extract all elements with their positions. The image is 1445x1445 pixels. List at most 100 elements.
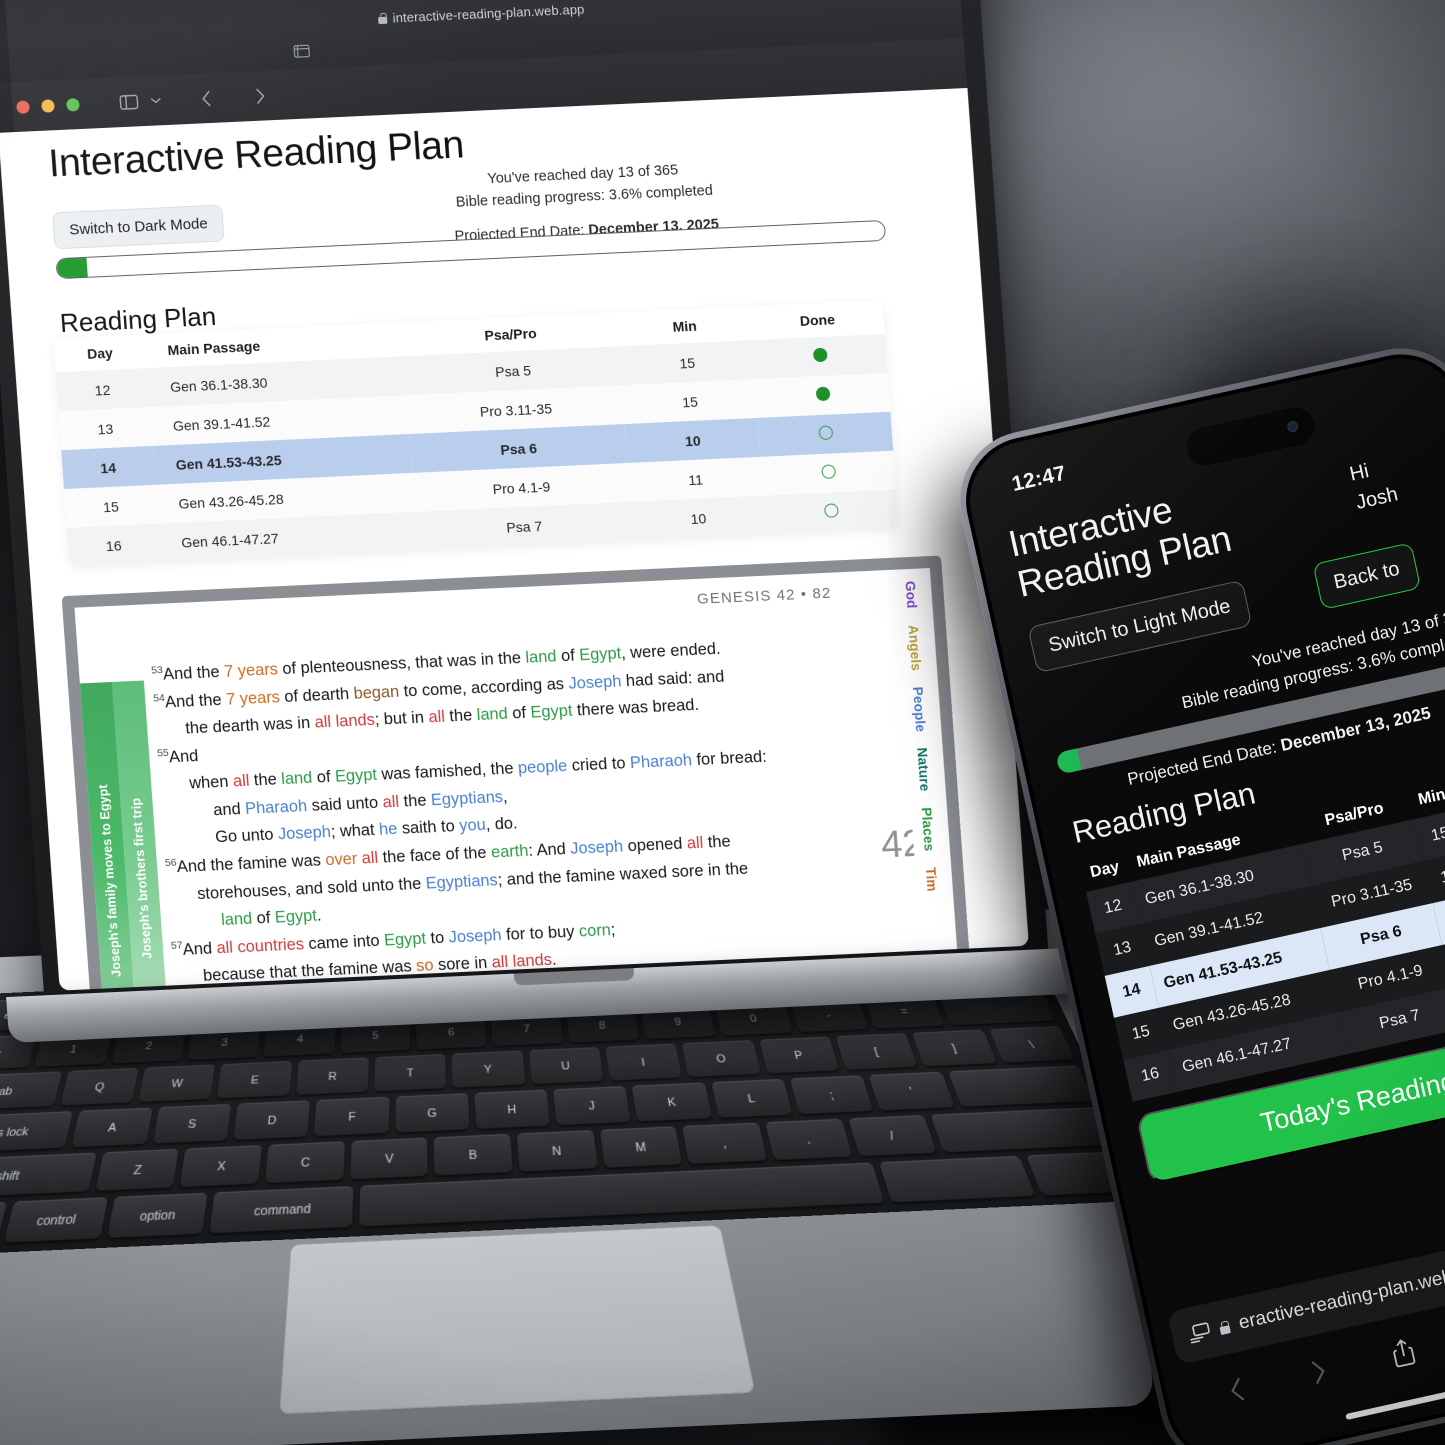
key: C <box>265 1141 345 1184</box>
highlighted-word[interactable]: 7 years <box>225 688 280 708</box>
key: . <box>765 1118 853 1161</box>
highlighted-word[interactable]: so <box>416 957 435 976</box>
back-icon[interactable] <box>201 89 213 106</box>
highlighted-word[interactable]: corn <box>578 921 611 940</box>
phone-tab-overview-icon[interactable] <box>1186 1322 1211 1344</box>
key: , <box>682 1122 768 1164</box>
cell-done[interactable] <box>752 334 888 379</box>
maximize-button[interactable] <box>65 97 80 112</box>
highlighted-word[interactable]: Egyptians <box>430 788 503 809</box>
highlighted-word[interactable]: 7 years <box>224 660 279 680</box>
cell-done[interactable] <box>761 451 897 496</box>
highlighted-word[interactable]: all <box>428 708 446 727</box>
key: K <box>632 1082 712 1122</box>
legend-item-god[interactable]: God <box>902 581 919 609</box>
legend-item-tim[interactable]: Tim <box>923 867 940 892</box>
scene: esc ~12 345 678 90- = tabQW ERT YUI OP[ … <box>0 0 1445 1445</box>
cell-done[interactable] <box>755 373 891 418</box>
phone-back-to-fresh-look-button[interactable]: Back to <box>1312 542 1421 610</box>
reader-view-icon[interactable] <box>293 44 311 58</box>
phone-back-icon[interactable] <box>1226 1375 1248 1409</box>
address-bar-url: interactive-reading-plan.web.app <box>392 1 585 25</box>
passage-reference: GENESIS 42 • 82 <box>696 584 832 608</box>
highlighted-word[interactable]: land <box>476 705 508 724</box>
highlighted-word[interactable]: Joseph <box>570 838 624 858</box>
phone-share-icon[interactable] <box>1388 1335 1419 1374</box>
key: B <box>434 1133 513 1176</box>
highlighted-word[interactable]: Pharaoh <box>245 797 308 818</box>
key: J <box>553 1086 631 1126</box>
highlighted-word[interactable]: all <box>216 938 234 957</box>
cell-day: 13 <box>96 420 114 437</box>
highlighted-word[interactable]: all <box>314 713 332 732</box>
key-shift-right <box>930 1107 1116 1153</box>
webpage: Hi Joshua Logout Back to Fresh Look Inte… <box>0 87 1030 991</box>
bible-passage-text: 53And the 7 years of plenteousness, that… <box>151 628 926 991</box>
highlighted-word[interactable]: land <box>221 910 253 929</box>
highlighted-word[interactable]: Egypt <box>383 929 426 949</box>
key: V <box>349 1137 428 1180</box>
done-filled-icon[interactable] <box>812 347 828 363</box>
highlighted-word[interactable]: all <box>361 849 379 868</box>
highlighted-word[interactable]: Egypt <box>274 907 317 927</box>
reload-icon[interactable]: ↻ <box>644 0 660 5</box>
highlighted-word[interactable]: Joseph <box>448 926 502 946</box>
key: G <box>395 1093 470 1133</box>
status-clock: 12:47 <box>1009 461 1069 496</box>
highlighted-word[interactable]: Egypt <box>334 766 377 786</box>
highlighted-word[interactable]: you <box>459 816 487 835</box>
cell-minutes: 15 <box>681 393 699 410</box>
highlighted-word[interactable]: all <box>232 772 250 791</box>
highlighted-word[interactable]: countries <box>237 935 305 956</box>
highlighted-word[interactable]: all <box>491 953 509 972</box>
highlighted-word[interactable]: all <box>686 834 704 853</box>
highlighted-word[interactable]: Egypt <box>530 702 573 722</box>
highlighted-word[interactable]: land <box>281 769 313 788</box>
legend-item-people[interactable]: People <box>910 686 928 732</box>
phone-progress-bar-fill <box>1055 748 1082 775</box>
close-button[interactable] <box>16 99 30 114</box>
address-bar[interactable]: interactive-reading-plan.web.app <box>270 0 692 38</box>
event-tab-1-label: Joseph's family moves to Egypt <box>96 783 124 977</box>
highlighted-word[interactable]: land <box>525 647 557 666</box>
highlighted-word[interactable]: Joseph <box>277 823 331 843</box>
highlighted-word[interactable]: earth <box>490 842 529 862</box>
highlighted-word[interactable]: he <box>379 820 399 839</box>
done-empty-icon[interactable] <box>817 425 833 441</box>
minimize-button[interactable] <box>40 98 55 113</box>
highlighted-word[interactable]: Egyptians <box>425 871 498 892</box>
theme-toggle-button[interactable]: Switch to Dark Mode <box>52 204 226 250</box>
done-empty-icon[interactable] <box>820 464 836 479</box>
highlighted-word[interactable]: began <box>353 682 400 702</box>
legend-item-nature[interactable]: Nature <box>914 748 932 793</box>
key: ' <box>868 1071 955 1111</box>
highlighted-word[interactable]: over <box>325 850 358 869</box>
cell-done[interactable] <box>758 412 894 457</box>
cell-minutes: 10 <box>684 432 702 449</box>
done-empty-icon[interactable] <box>823 503 839 518</box>
cell-minutes: 11 <box>687 471 704 488</box>
highlighted-word[interactable]: people <box>517 757 567 777</box>
highlighted-word[interactable]: Egypt <box>579 644 622 664</box>
done-filled-icon[interactable] <box>815 386 831 402</box>
cell-day: 14 <box>99 459 117 476</box>
highlighted-word[interactable]: Pharaoh <box>629 752 692 773</box>
highlighted-word[interactable]: lands <box>335 711 375 731</box>
cell-day: 12 <box>94 381 111 399</box>
highlighted-word[interactable]: all <box>382 793 400 812</box>
highlighted-word[interactable]: Joseph <box>568 672 622 692</box>
progress-bar-fill <box>56 257 88 279</box>
trackpad[interactable] <box>279 1224 756 1415</box>
legend-item-places[interactable]: Places <box>918 807 936 852</box>
cell-done[interactable] <box>763 490 899 535</box>
highlighted-word[interactable]: lands <box>512 951 552 971</box>
phone-forward-icon[interactable] <box>1308 1357 1330 1391</box>
sidebar-toggle-icon[interactable] <box>119 94 139 110</box>
legend-item-angels[interactable]: Angels <box>905 624 923 671</box>
key: M <box>599 1126 683 1168</box>
todays-reading-card: GENESIS 42 • 82 42 Joseph's family moves… <box>61 555 976 991</box>
event-tab-2-label: Joseph's brothers first trip <box>129 797 155 960</box>
forward-icon[interactable] <box>254 87 266 104</box>
chevron-down-icon[interactable] <box>150 96 162 104</box>
key: A <box>71 1107 153 1148</box>
